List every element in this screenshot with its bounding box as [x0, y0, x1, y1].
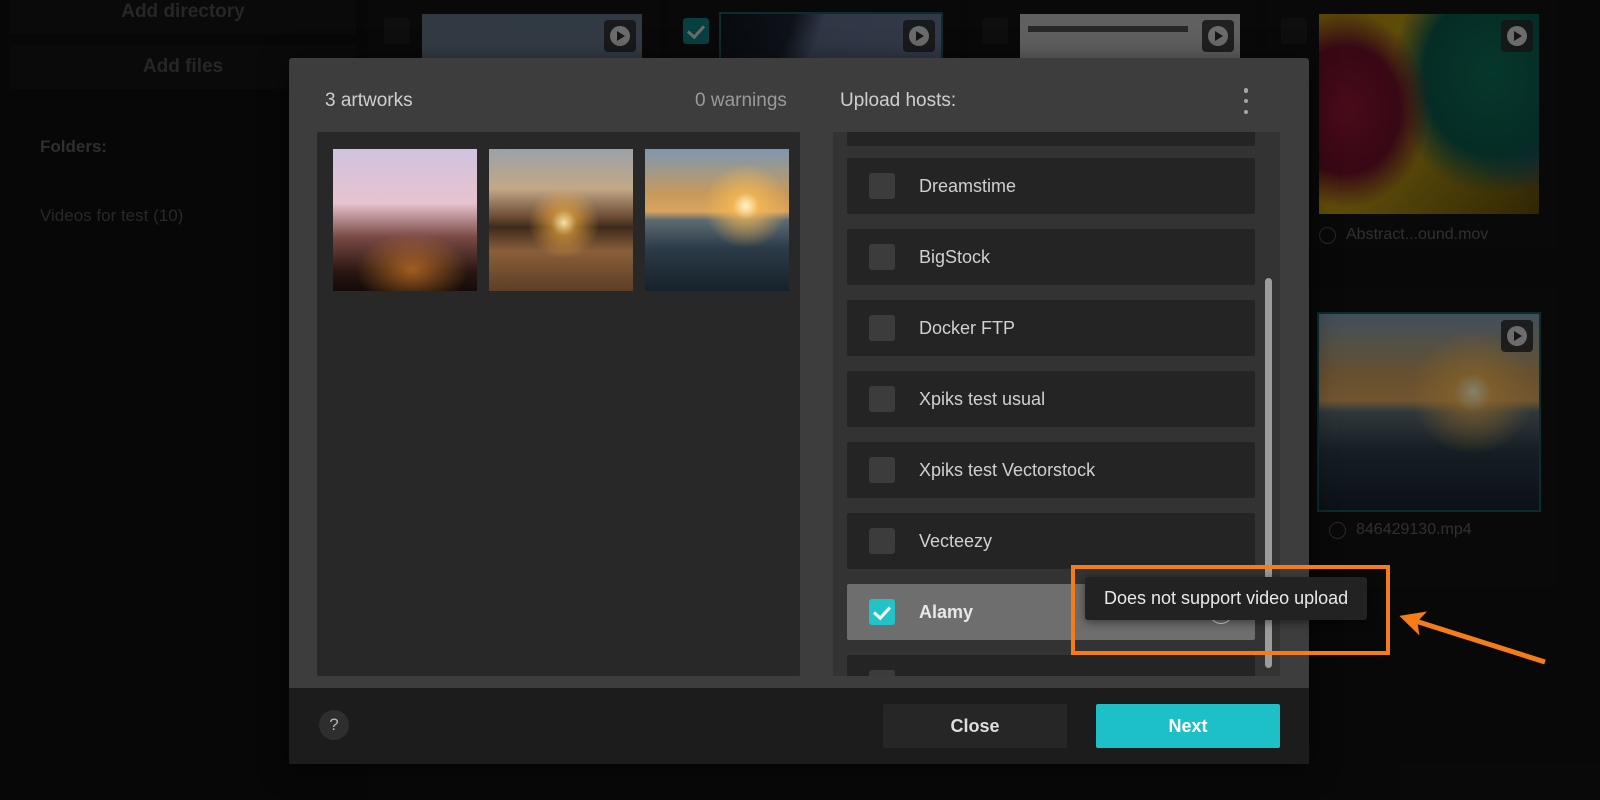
- host-row-docker-ftp[interactable]: Docker FTP: [847, 300, 1255, 356]
- host-label: Alamy: [919, 602, 973, 623]
- host-checkbox[interactable]: [869, 386, 895, 412]
- host-label: Xpiks test usual: [919, 389, 1045, 410]
- host-row-vecteezy[interactable]: Vecteezy: [847, 513, 1255, 569]
- host-row[interactable]: [847, 132, 1255, 146]
- next-button[interactable]: Next: [1096, 704, 1280, 748]
- host-checkbox[interactable]: [869, 670, 895, 676]
- host-checkbox[interactable]: [869, 528, 895, 554]
- host-row-bigstock[interactable]: BigStock: [847, 229, 1255, 285]
- host-row-xpiks-test-vectorstock[interactable]: Xpiks test Vectorstock: [847, 442, 1255, 498]
- artwork-thumbnail[interactable]: [333, 149, 477, 291]
- artwork-thumbnail[interactable]: [645, 149, 789, 291]
- warnings-count-label[interactable]: 0 warnings: [695, 90, 787, 112]
- host-row[interactable]: [847, 655, 1255, 676]
- artworks-count-label: 3 artworks: [325, 90, 413, 112]
- host-checkbox[interactable]: [869, 315, 895, 341]
- host-checkbox[interactable]: [869, 599, 895, 625]
- upload-hosts-label: Upload hosts:: [840, 90, 956, 112]
- artworks-preview-panel: [317, 132, 800, 676]
- artwork-thumbnail[interactable]: [489, 149, 633, 291]
- host-checkbox[interactable]: [869, 173, 895, 199]
- close-button[interactable]: Close: [883, 704, 1067, 748]
- host-label: Dreamstime: [919, 176, 1016, 197]
- host-checkbox[interactable]: [869, 244, 895, 270]
- host-checkbox[interactable]: [869, 457, 895, 483]
- dialog-header: 3 artworks 0 warnings Upload hosts:: [289, 58, 1309, 130]
- more-options-icon[interactable]: [1236, 85, 1256, 117]
- host-row-xpiks-test-usual[interactable]: Xpiks test usual: [847, 371, 1255, 427]
- host-label: Xpiks test Vectorstock: [919, 460, 1095, 481]
- host-label: Docker FTP: [919, 318, 1015, 339]
- dialog-footer: ? Close Next: [289, 688, 1309, 764]
- tooltip-does-not-support-video-upload: Does not support video upload: [1085, 577, 1367, 620]
- help-button[interactable]: ?: [319, 710, 349, 740]
- host-row-dreamstime[interactable]: Dreamstime: [847, 158, 1255, 214]
- host-label: Vecteezy: [919, 531, 992, 552]
- host-label: BigStock: [919, 247, 990, 268]
- upload-dialog: 3 artworks 0 warnings Upload hosts: Drea…: [289, 58, 1309, 764]
